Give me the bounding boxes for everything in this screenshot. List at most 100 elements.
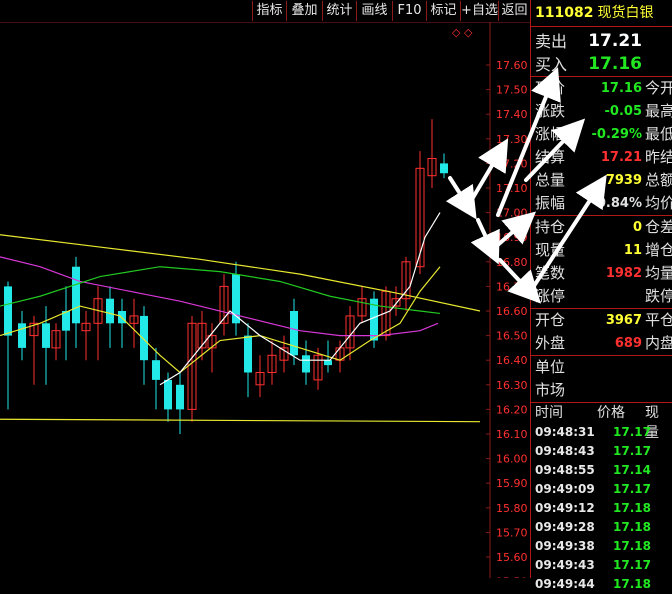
toolbar-add-favorite-button[interactable]: +自选 — [460, 1, 498, 21]
tick-time: 09:48:55 — [535, 463, 595, 477]
quote-stat-label-2: 最高 — [645, 102, 672, 120]
info-label: 单位 — [535, 358, 566, 376]
quote-panel: 111082 现货白银 卖出 17.21 买入 17.16 现价 17.16 今开 涨跌… — [530, 0, 672, 591]
tick-price: 17.18 — [613, 520, 651, 534]
quote-stat-value: -0.05 — [604, 104, 642, 119]
info-row: 市场 — [531, 379, 672, 402]
tick-time: 09:49:12 — [535, 501, 595, 515]
price-label: 17.00 — [496, 207, 528, 220]
price-label: 17.20 — [496, 157, 528, 170]
price-label: 16.70 — [496, 280, 528, 293]
tick-row: 09:49:38 17.18 — [531, 537, 672, 556]
price-label: 15.80 — [496, 502, 528, 515]
tick-row: 09:48:31 17.17 — [531, 423, 672, 442]
candle-body — [4, 286, 12, 336]
tick-time: 09:49:38 — [535, 539, 595, 553]
tick-time: 09:49:43 — [535, 558, 595, 572]
toolbar-overlay-button[interactable]: 叠加 — [286, 1, 322, 21]
quote-stat-value: 0.84% — [596, 196, 642, 211]
price-label: 16.30 — [496, 379, 528, 392]
support-line — [0, 418, 481, 423]
instrument-name: 现货白银 — [597, 5, 654, 21]
position-stat-label-2: 跌停 — [645, 287, 672, 305]
position-stat-label: 持仓 — [535, 218, 566, 236]
ticks-header-price: 价格 — [597, 405, 625, 421]
trade-stat-row: 开仓 3967 平仓 — [531, 309, 672, 332]
quote-stat-label: 振幅 — [535, 194, 566, 212]
price-label: 16.10 — [496, 428, 528, 441]
tick-price: 17.17 — [613, 425, 651, 439]
price-label: 15.90 — [496, 477, 528, 490]
price-label: 17.40 — [496, 108, 528, 121]
quote-stat-label: 现价 — [535, 79, 566, 97]
candle-body — [152, 360, 160, 380]
quote-stat-value: 17.21 — [600, 150, 642, 165]
quote-stat-label-2: 均价 — [645, 194, 672, 212]
tick-price: 17.14 — [613, 463, 651, 477]
trade-stat-label: 外盘 — [535, 334, 566, 352]
position-stat-label-2: 均量 — [645, 264, 672, 282]
tick-row: 09:48:43 17.17 — [531, 442, 672, 461]
candle-body — [164, 379, 172, 410]
quote-stat-row: 结算 17.21 昨结 — [531, 146, 672, 169]
quote-stat-row: 总量 7939 总额 — [531, 169, 672, 192]
toolbar-back-button[interactable]: 返回 — [498, 1, 530, 21]
position-stat-row: 持仓 0 仓差 — [531, 216, 672, 239]
trade-stat-value: 689 — [614, 336, 642, 351]
tick-price: 17.18 — [613, 501, 651, 515]
marker-icon: ◇ — [452, 26, 461, 39]
price-label: 16.40 — [496, 354, 528, 367]
toolbar-mark-button[interactable]: 标记 — [426, 1, 460, 21]
tick-time: 09:49:28 — [535, 520, 595, 534]
candle-body — [324, 360, 332, 366]
trade-stat-label: 开仓 — [535, 311, 566, 329]
candle-body — [42, 323, 50, 348]
candle-body — [140, 315, 148, 361]
quote-stat-value: -0.29% — [591, 127, 643, 142]
marker-icon: ◇ — [464, 26, 473, 39]
tick-price: 17.17 — [613, 482, 651, 496]
candle-body — [302, 355, 310, 373]
position-stat-value: 11 — [623, 243, 642, 258]
candle-body — [176, 384, 184, 410]
trade-stats-group: 开仓 3967 平仓外盘 689 内盘 — [531, 309, 672, 356]
trade-stat-label-2: 内盘 — [645, 334, 672, 352]
trade-stat-row: 外盘 689 内盘 — [531, 332, 672, 355]
toolbar-indicator-button[interactable]: 指标 — [252, 1, 286, 21]
price-label: 16.50 — [496, 330, 528, 343]
sell-row: 卖出 17.21 — [531, 30, 672, 53]
price-label: 16.60 — [496, 305, 528, 318]
toolbar-f10-button[interactable]: F10 — [392, 1, 426, 21]
chart-canvas: 17.60 17.50 17.40 17.30 17.20 17.10 17.00 16.90… — [0, 22, 530, 578]
quote-stat-label-2: 今开 — [645, 79, 672, 97]
quote-stat-row: 涨幅 -0.29% 最低 — [531, 123, 672, 146]
quote-stat-value: 7939 — [605, 173, 642, 188]
tick-row: 09:49:09 17.17 — [531, 480, 672, 499]
position-stats-group: 持仓 0 仓差 现量 11 增仓 笔数 1982 均量 涨停 跌停 — [531, 216, 672, 309]
ticks-list[interactable]: 09:48:31 17.17 09:48:43 17.17 09:48:55 17.14 0… — [531, 423, 672, 594]
toolbar-statistics-button[interactable]: 统计 — [322, 1, 356, 21]
tick-price: 17.18 — [613, 539, 651, 553]
price-label: 16.20 — [496, 403, 528, 416]
tick-row: 09:49:28 17.18 — [531, 518, 672, 537]
position-stat-label: 现量 — [535, 241, 566, 259]
quote-stat-row: 涨跌 -0.05 最高 — [531, 100, 672, 123]
instrument-code: 111082 — [535, 5, 594, 21]
info-row: 单位 — [531, 356, 672, 379]
quote-stat-value: 17.16 — [600, 81, 642, 96]
tick-row: 09:49:12 17.18 — [531, 499, 672, 518]
sell-label: 卖出 — [535, 32, 568, 51]
candle-body — [72, 266, 80, 324]
candlestick-chart[interactable]: 17.60 17.50 17.40 17.30 17.20 17.10 17.00 16.90… — [0, 22, 530, 578]
position-stat-row: 现量 11 增仓 — [531, 239, 672, 262]
price-label: 16.90 — [496, 231, 528, 244]
position-stat-value: 0 — [632, 220, 642, 235]
quote-stat-label: 涨跌 — [535, 102, 566, 120]
tick-price: 17.17 — [613, 558, 651, 572]
tick-price: 17.17 — [613, 444, 651, 458]
position-stat-label-2: 仓差 — [645, 218, 672, 236]
quote-stat-row: 振幅 0.84% 均价 — [531, 192, 672, 215]
toolbar-draw-line-button[interactable]: 画线 — [356, 1, 392, 21]
position-stat-label: 涨停 — [535, 287, 566, 305]
quote-stats-group: 现价 17.16 今开涨跌 -0.05 最高涨幅 -0.29% 最低 结算 17.21 昨结 总量 7… — [531, 77, 672, 216]
